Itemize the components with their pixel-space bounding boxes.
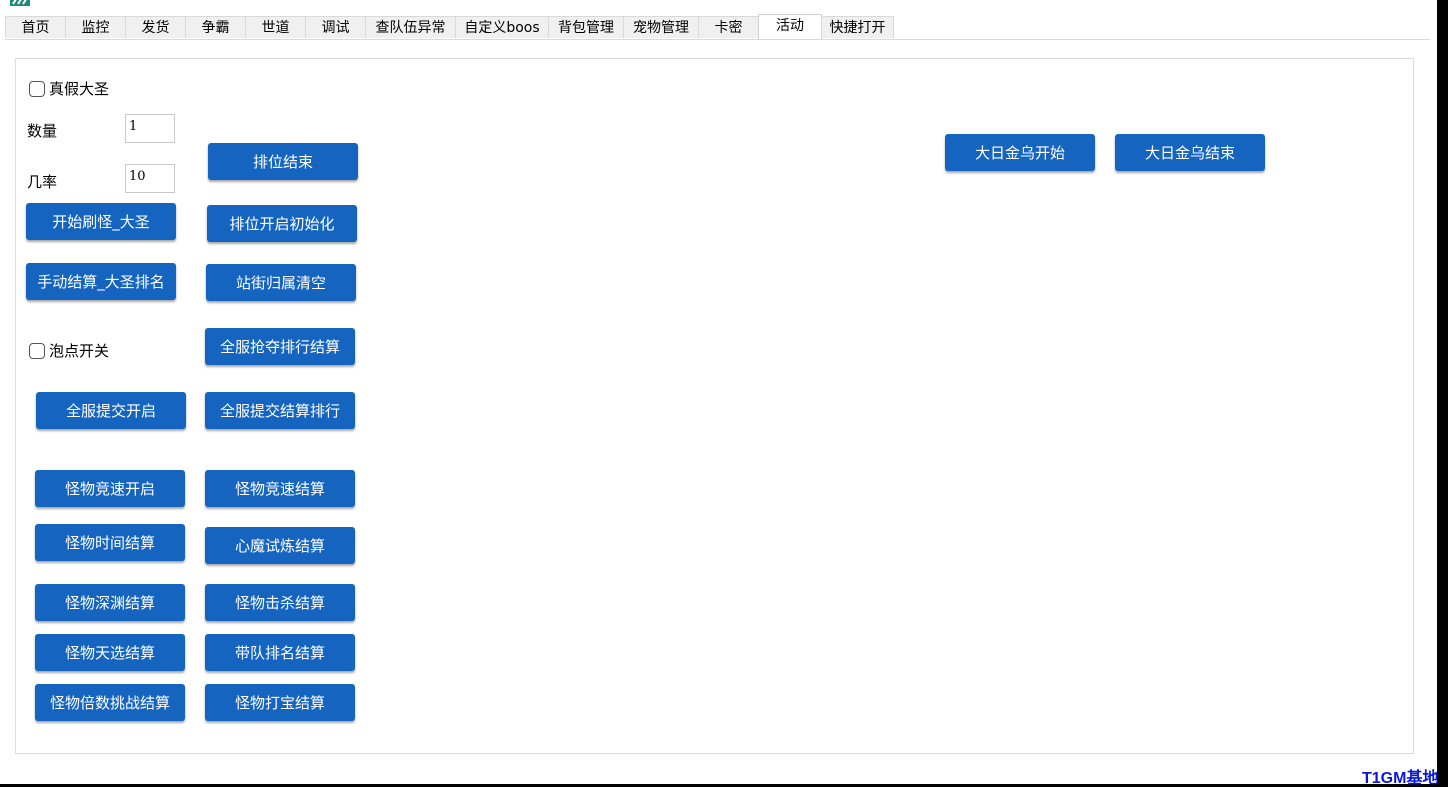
- monster-choice-settle-button[interactable]: 怪物天选结算: [35, 634, 185, 671]
- watermark-text: T1GM基地: [1362, 770, 1439, 787]
- rank-end-button[interactable]: 排位结束: [208, 143, 358, 180]
- tab-monitor[interactable]: 监控: [65, 16, 126, 38]
- monster-race-open-button[interactable]: 怪物竞速开启: [35, 470, 185, 507]
- checkbox-box[interactable]: [29, 342, 45, 359]
- tab-team-anomaly[interactable]: 查队伍异常: [365, 16, 456, 38]
- monster-abyss-settle-button[interactable]: 怪物深渊结算: [35, 584, 185, 621]
- probability-input[interactable]: 10: [125, 164, 175, 193]
- rank-open-init-button[interactable]: 排位开启初始化: [207, 205, 357, 242]
- tab-card-key[interactable]: 卡密: [698, 16, 759, 38]
- tab-shipping[interactable]: 发货: [125, 16, 186, 38]
- checkbox-label: 真假大圣: [49, 80, 110, 98]
- tab-bag-management[interactable]: 背包管理: [548, 16, 624, 38]
- window-edge-right: [1437, 0, 1448, 787]
- tab-custom-boss[interactable]: 自定义boos: [455, 16, 549, 38]
- clear-street-button[interactable]: 站街归属清空: [206, 264, 356, 301]
- sun-crow-end-button[interactable]: 大日金乌结束: [1115, 134, 1265, 171]
- tab-bar: 首页 监控 发货 争霸 世道 调试 查队伍异常 自定义boos 背包管理 宠物管…: [5, 14, 894, 40]
- monster-treasure-settle-button[interactable]: 怪物打宝结算: [205, 684, 355, 721]
- tab-divider: [5, 39, 1430, 40]
- tab-world[interactable]: 世道: [245, 16, 306, 38]
- monster-kill-settle-button[interactable]: 怪物击杀结算: [205, 584, 355, 621]
- checkbox-box[interactable]: [29, 80, 45, 97]
- manual-settle-button[interactable]: 手动结算_大圣排名: [26, 263, 176, 300]
- monster-multi-settle-button[interactable]: 怪物倍数挑战结算: [35, 684, 185, 721]
- app-icon: [10, 0, 30, 6]
- sun-crow-start-button[interactable]: 大日金乌开始: [945, 134, 1095, 171]
- quantity-label: 数量: [27, 122, 58, 140]
- server-submit-settle-button[interactable]: 全服提交结算排行: [205, 392, 355, 429]
- monster-time-settle-button[interactable]: 怪物时间结算: [35, 524, 185, 561]
- tab-quick-open[interactable]: 快捷打开: [821, 16, 894, 38]
- team-rank-settle-button[interactable]: 带队排名结算: [205, 634, 355, 671]
- tab-pet-management[interactable]: 宠物管理: [623, 16, 699, 38]
- tab-contest[interactable]: 争霸: [185, 16, 246, 38]
- server-submit-open-button[interactable]: 全服提交开启: [36, 392, 186, 429]
- tab-debug[interactable]: 调试: [305, 16, 366, 38]
- quantity-input[interactable]: 1: [125, 114, 175, 143]
- tab-activity[interactable]: 活动: [758, 14, 822, 39]
- heart-demon-settle-button[interactable]: 心魔试炼结算: [205, 527, 355, 564]
- bubble-checkbox[interactable]: 泡点开关: [29, 340, 109, 361]
- window-title-bar: [0, 0, 1448, 14]
- start-monsters-button[interactable]: 开始刷怪_大圣: [26, 203, 176, 240]
- tab-home[interactable]: 首页: [5, 16, 66, 38]
- fake-monkey-checkbox[interactable]: 真假大圣: [29, 78, 109, 99]
- probability-label: 几率: [27, 173, 58, 191]
- checkbox-label: 泡点开关: [49, 342, 110, 360]
- monster-race-settle-button[interactable]: 怪物竞速结算: [205, 470, 355, 507]
- server-loot-settle-button[interactable]: 全服抢夺排行结算: [205, 328, 355, 365]
